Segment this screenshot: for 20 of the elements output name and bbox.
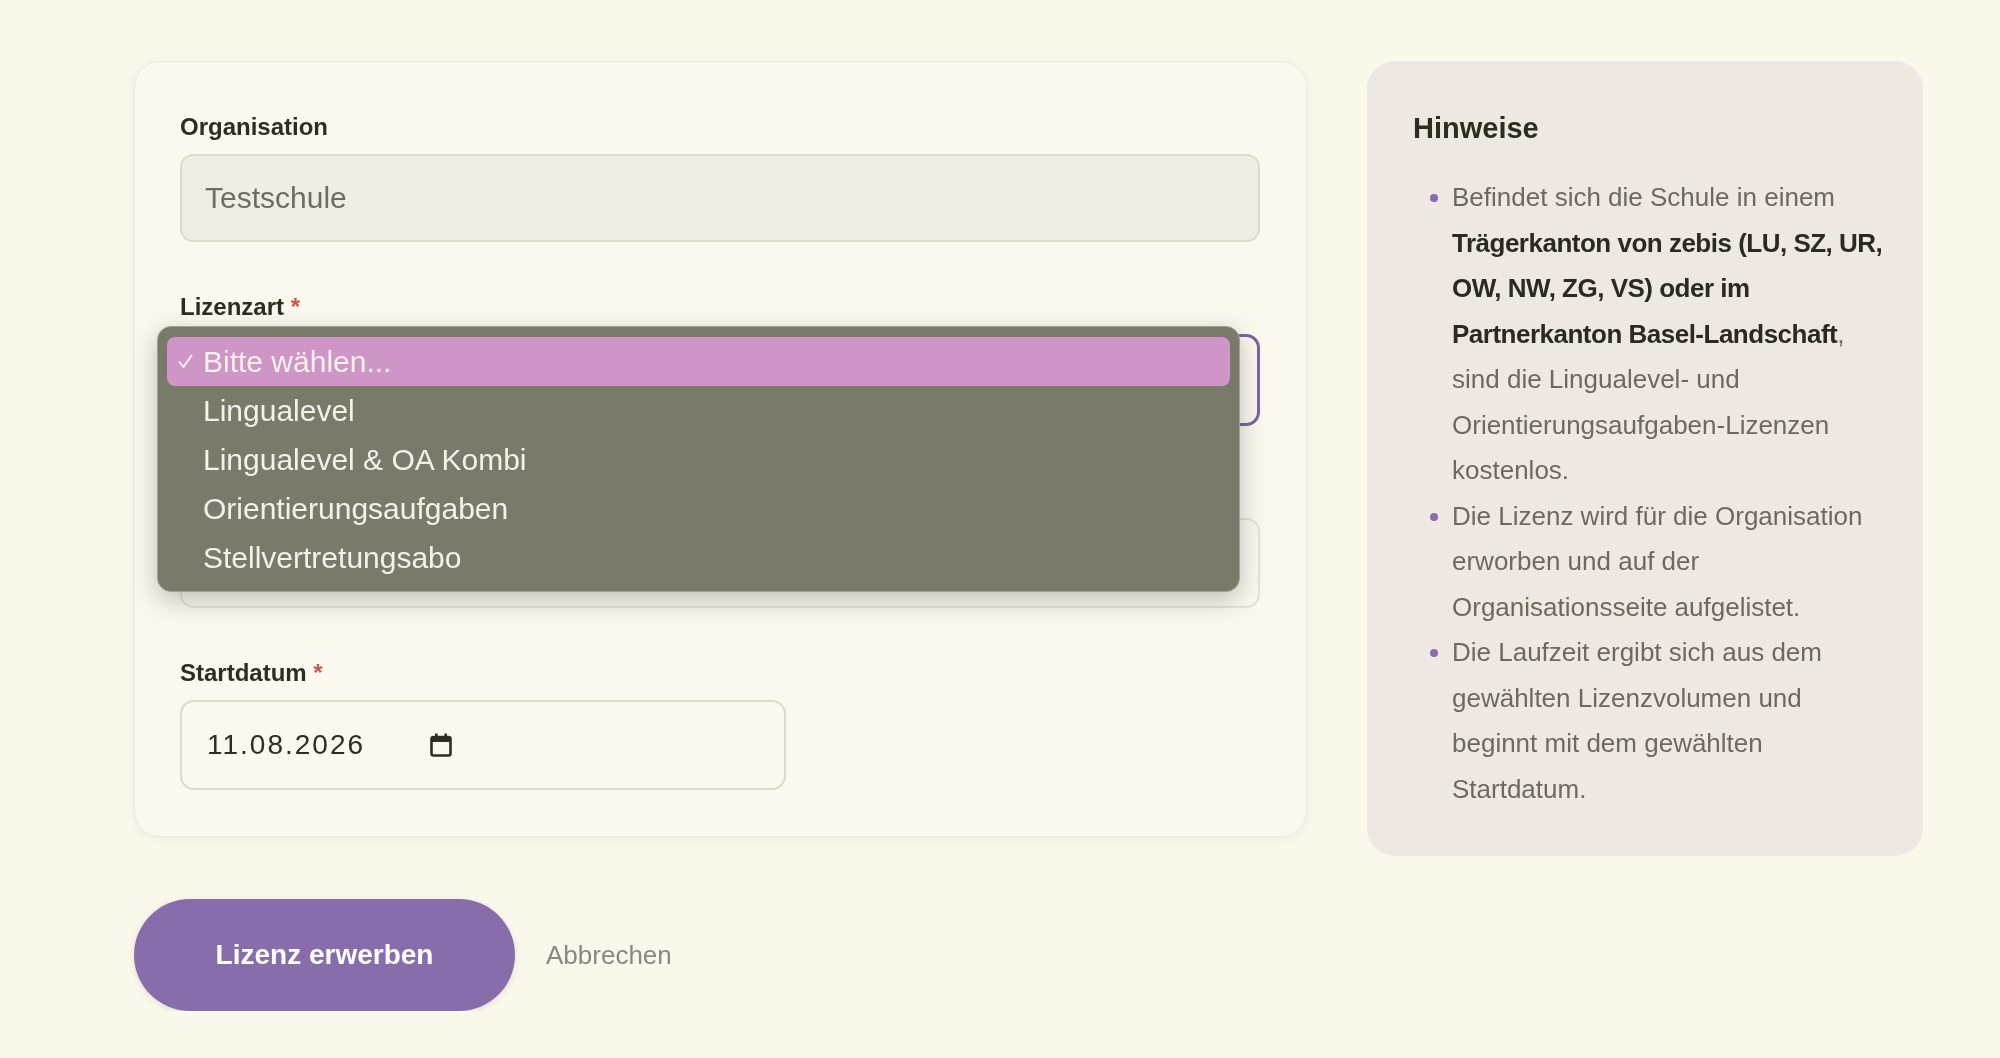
check-icon: [177, 354, 193, 369]
calendar-icon[interactable]: [430, 733, 452, 757]
dropdown-option[interactable]: Lingualevel: [167, 386, 1230, 435]
dropdown-option[interactable]: Orientierungsaufgaben: [167, 484, 1230, 533]
note-text: Befindet sich die Schule in einem Trägerkanton von zebis (LU, SZ, UR, OW, NW, ZG, VS) oder im Partnerkanton Basel-Landschaft, sind die Lingualevel- und Orientierungsaufgaben-Lizenzen kostenlos.: [1452, 181, 1884, 487]
dropdown-option[interactable]: Stellvertretungsabo: [167, 533, 1230, 582]
note-text: Die Laufzeit ergibt sich aus dem gewählten Lizenzvolumen und beginnt mit dem gewählten Startdatum.: [1452, 636, 1823, 806]
bullet-icon: [1430, 194, 1438, 202]
dropdown-option[interactable]: Lingualevel & OA Kombi: [167, 435, 1230, 484]
field-label: Startdatum *: [180, 659, 323, 687]
panel-title: Hinweise: [1413, 111, 1539, 145]
submit-button[interactable]: Lizenz erwerben: [134, 899, 515, 1011]
field-label: Organisation: [180, 113, 329, 141]
bullet-icon: [1430, 512, 1438, 521]
dropdown-option[interactable]: Bitte wählen...: [167, 337, 1230, 386]
field-label: Lizenzart *: [180, 293, 301, 321]
note-text: Die Lizenz wird für die Organisation erworben und auf der Organisationsseite aufgelistet.: [1452, 499, 1864, 624]
cancel-link[interactable]: Abbrechen: [546, 939, 672, 971]
date-field[interactable]: 11.08.2026: [180, 700, 786, 790]
bullet-icon: [1430, 649, 1438, 657]
